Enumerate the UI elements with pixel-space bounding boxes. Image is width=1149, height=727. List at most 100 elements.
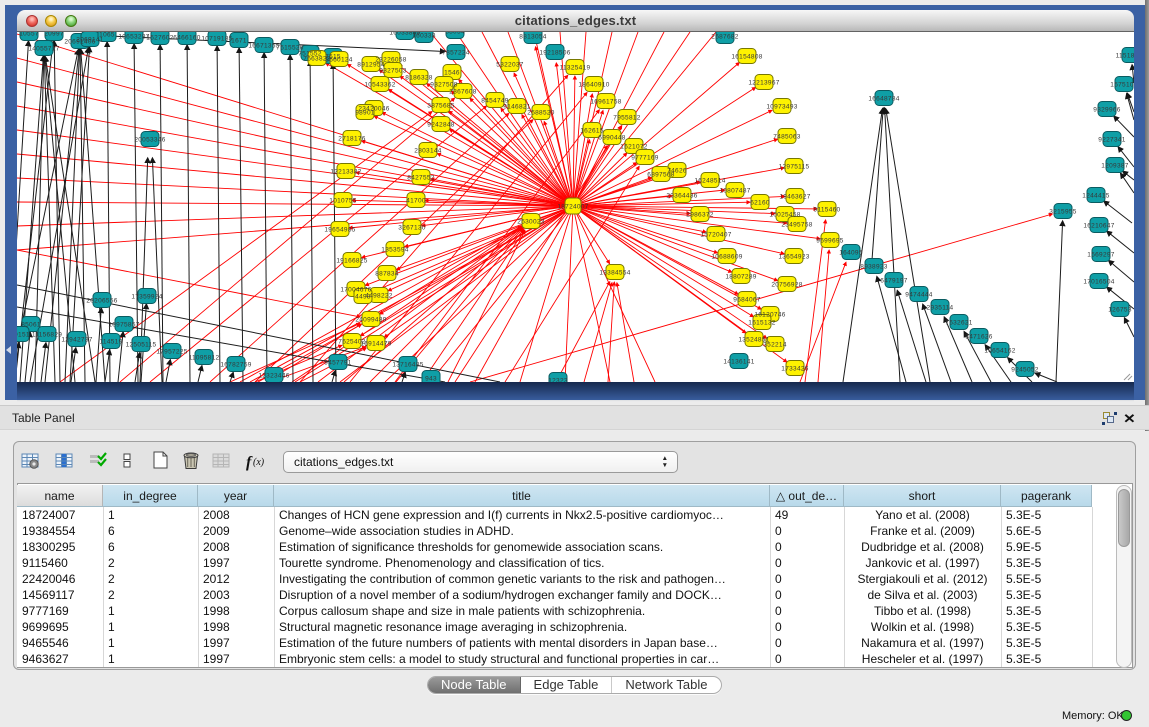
svg-text:12213967: 12213967 bbox=[748, 80, 779, 87]
svg-text:23495758: 23495758 bbox=[781, 222, 812, 229]
svg-text:19384554: 19384554 bbox=[599, 270, 630, 277]
svg-text:14136141: 14136141 bbox=[723, 359, 754, 366]
svg-text:62160: 62160 bbox=[750, 200, 770, 207]
svg-text:9242848: 9242848 bbox=[427, 122, 454, 129]
svg-text:98901: 98901 bbox=[355, 110, 375, 117]
svg-text:8471626: 8471626 bbox=[965, 334, 992, 341]
svg-text:10543362: 10543362 bbox=[364, 82, 395, 89]
svg-text:114519: 114519 bbox=[99, 339, 122, 346]
svg-text:41700: 41700 bbox=[406, 198, 426, 205]
svg-text:19166825: 19166825 bbox=[336, 258, 367, 265]
svg-text:6990448: 6990448 bbox=[598, 135, 625, 142]
svg-text:12213382: 12213382 bbox=[330, 169, 361, 176]
svg-text:8813054: 8813054 bbox=[519, 34, 546, 41]
svg-text:20997: 20997 bbox=[44, 32, 64, 38]
svg-text:12975115: 12975115 bbox=[779, 164, 810, 171]
svg-text:2718176: 2718176 bbox=[338, 136, 365, 143]
svg-text:2687682: 2687682 bbox=[711, 34, 738, 41]
svg-text:162615: 162615 bbox=[580, 128, 604, 135]
svg-text:11095812: 11095812 bbox=[189, 355, 220, 362]
svg-text:16961758: 16961758 bbox=[590, 99, 621, 106]
svg-text:16782759: 16782759 bbox=[220, 362, 251, 369]
svg-text:1065: 1065 bbox=[99, 32, 115, 39]
svg-text:14055717: 14055717 bbox=[28, 46, 59, 53]
svg-text:20364436: 20364436 bbox=[666, 193, 697, 200]
svg-text:10653287: 10653287 bbox=[118, 34, 149, 41]
svg-text:23226058: 23226058 bbox=[375, 57, 406, 64]
svg-text:11325419: 11325419 bbox=[560, 65, 591, 72]
svg-text:20053346: 20053346 bbox=[134, 137, 165, 144]
svg-text:24099489: 24099489 bbox=[355, 317, 386, 324]
svg-text:16914479: 16914479 bbox=[360, 341, 391, 348]
svg-text:9115460: 9115460 bbox=[814, 207, 841, 214]
svg-text:16120746: 16120746 bbox=[754, 312, 785, 319]
svg-text:9245052: 9245052 bbox=[1011, 367, 1038, 374]
svg-text:83054: 83054 bbox=[445, 32, 465, 36]
svg-text:18724007: 18724007 bbox=[557, 204, 588, 211]
svg-text:3267130: 3267130 bbox=[398, 225, 425, 232]
svg-text:15720407: 15720407 bbox=[700, 232, 731, 239]
svg-text:3215955: 3215955 bbox=[1049, 209, 1076, 216]
svg-text:887834: 887834 bbox=[375, 271, 399, 278]
svg-text:12323: 12323 bbox=[548, 378, 568, 383]
svg-text:164095: 164095 bbox=[839, 250, 863, 257]
svg-text:20206556: 20206556 bbox=[86, 298, 117, 305]
svg-text:16154808: 16154808 bbox=[731, 54, 762, 61]
svg-text:10557: 10557 bbox=[19, 32, 39, 38]
svg-text:9699695: 9699695 bbox=[816, 238, 843, 245]
svg-text:8660124: 8660124 bbox=[325, 57, 352, 64]
svg-text:4498: 4498 bbox=[355, 294, 371, 301]
svg-text:9327508: 9327508 bbox=[430, 82, 457, 89]
svg-text:19463627: 19463627 bbox=[779, 194, 810, 201]
svg-text:126753: 126753 bbox=[1108, 307, 1132, 314]
svg-text:3875685: 3875685 bbox=[427, 103, 454, 110]
svg-text:9474444: 9474444 bbox=[905, 292, 932, 299]
svg-text:2935114: 2935114 bbox=[927, 305, 954, 312]
svg-text:18640910: 18640910 bbox=[578, 82, 609, 89]
svg-text:1527602: 1527602 bbox=[146, 35, 173, 42]
svg-text:1621072: 1621072 bbox=[620, 144, 647, 151]
svg-text:10688609: 10688609 bbox=[711, 254, 742, 261]
svg-text:1209387: 1209387 bbox=[1101, 163, 1128, 170]
svg-text:1615132: 1615132 bbox=[748, 320, 775, 327]
svg-text:9327503: 9327503 bbox=[379, 68, 406, 75]
svg-text:16648784: 16648784 bbox=[868, 96, 899, 103]
svg-text:10719185: 10719185 bbox=[201, 36, 232, 43]
svg-text:13654923: 13654923 bbox=[778, 254, 809, 261]
svg-text:1546: 1546 bbox=[444, 70, 460, 77]
svg-text:12323446: 12323446 bbox=[258, 373, 289, 380]
svg-text:9329966: 9329966 bbox=[1093, 107, 1120, 114]
svg-text:10025458: 10025458 bbox=[769, 212, 800, 219]
svg-text:(x): (x) bbox=[253, 457, 265, 468]
svg-text:9227341: 9227341 bbox=[1098, 137, 1125, 144]
svg-text:20756928: 20756928 bbox=[771, 282, 802, 289]
svg-text:16671355: 16671355 bbox=[248, 43, 279, 50]
svg-text:10973493: 10973493 bbox=[766, 104, 797, 111]
svg-text:943: 943 bbox=[425, 376, 437, 383]
svg-text:85061: 85061 bbox=[21, 322, 41, 329]
svg-text:1569297: 1569297 bbox=[1087, 252, 1114, 259]
svg-text:10654162: 10654162 bbox=[984, 348, 1015, 355]
svg-text:6897568: 6897568 bbox=[647, 172, 674, 179]
svg-text:1353594: 1353594 bbox=[381, 247, 408, 254]
svg-text:9684067: 9684067 bbox=[733, 297, 760, 304]
svg-text:2803144: 2803144 bbox=[414, 148, 441, 155]
svg-text:1010755: 1010755 bbox=[329, 198, 356, 205]
svg-text:f: f bbox=[246, 454, 253, 471]
svg-text:11518406: 11518406 bbox=[1116, 53, 1134, 60]
svg-text:2367608: 2367608 bbox=[449, 89, 476, 96]
svg-text:19218506: 19218506 bbox=[539, 50, 570, 57]
svg-text:2588520: 2588520 bbox=[527, 110, 554, 117]
svg-text:39151: 39151 bbox=[17, 332, 30, 339]
svg-text:2986372: 2986372 bbox=[686, 212, 713, 219]
svg-text:19654985: 19654985 bbox=[324, 227, 355, 234]
svg-text:17957225: 17957225 bbox=[156, 349, 187, 356]
svg-text:5322037: 5322037 bbox=[496, 62, 523, 69]
svg-text:8938923: 8938923 bbox=[860, 264, 887, 271]
svg-text:160338: 160338 bbox=[412, 33, 436, 40]
svg-text:7632621: 7632621 bbox=[945, 320, 972, 327]
svg-text:9457791: 9457791 bbox=[324, 360, 351, 367]
svg-text:6466160: 6466160 bbox=[173, 35, 200, 42]
svg-text:16210647: 16210647 bbox=[1083, 223, 1114, 230]
svg-text:6479197: 6479197 bbox=[880, 278, 907, 285]
